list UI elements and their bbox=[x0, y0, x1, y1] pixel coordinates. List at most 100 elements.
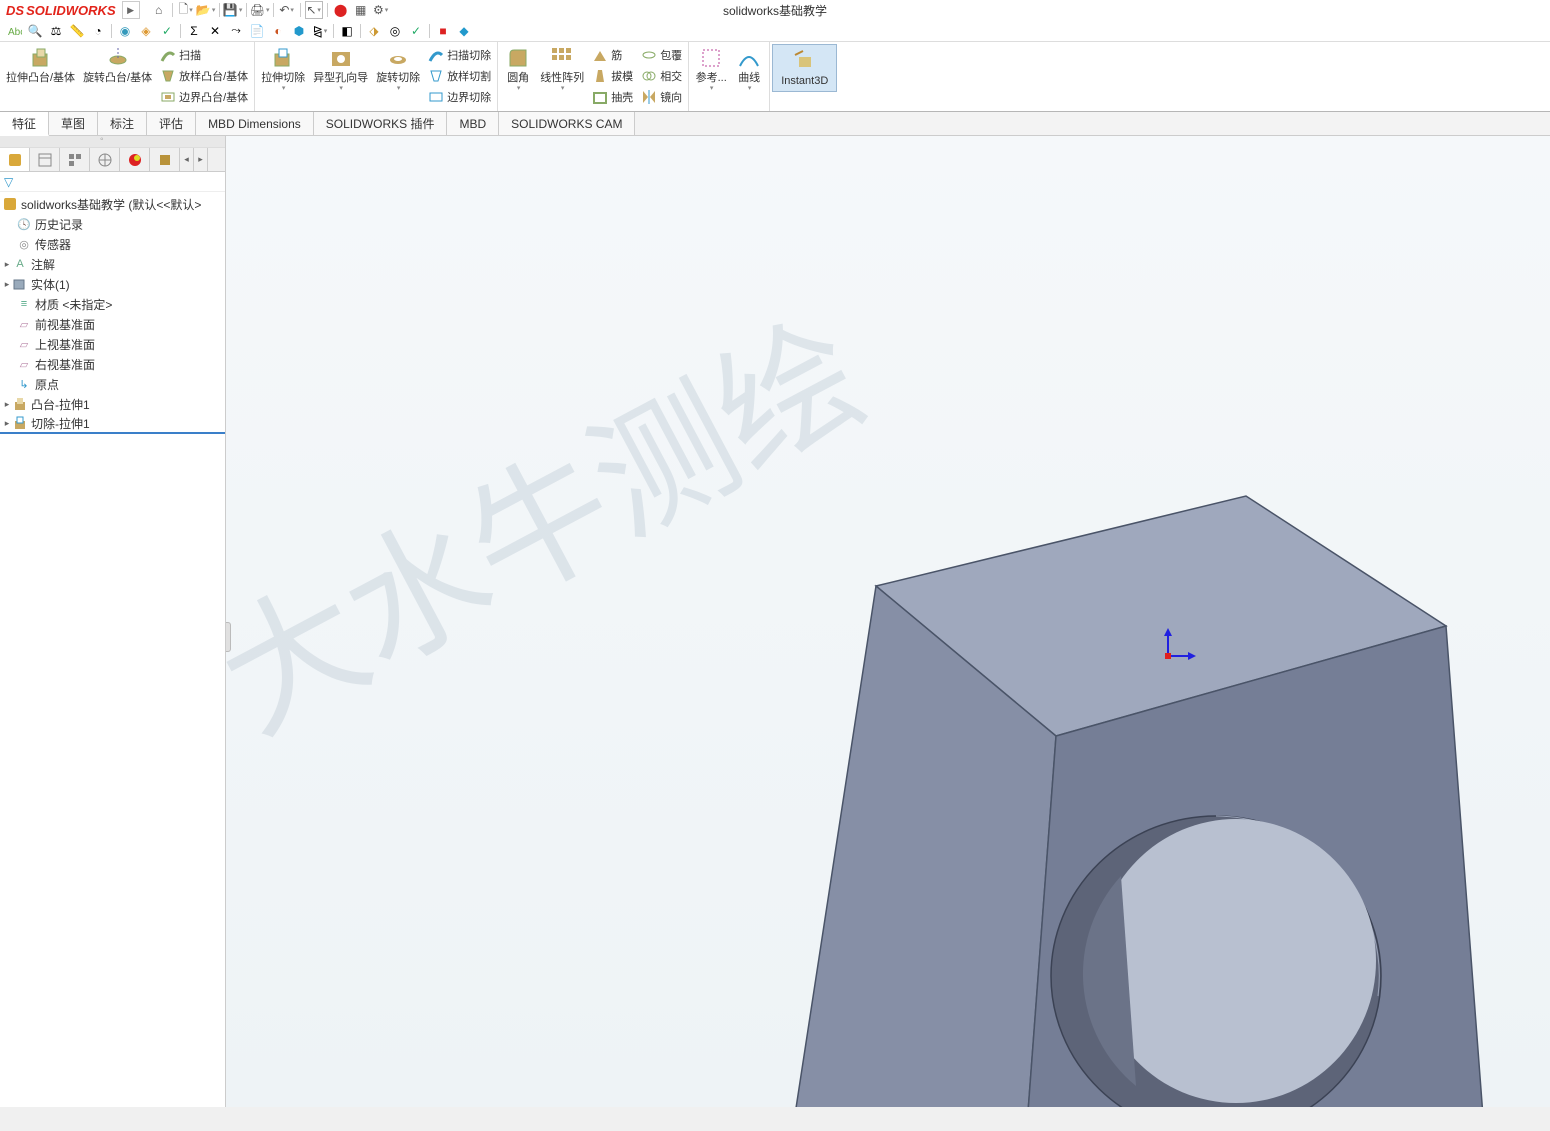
draft-button[interactable]: 拔模 bbox=[588, 65, 637, 86]
instant3d-button[interactable]: Instant3D bbox=[772, 44, 837, 92]
rib-button[interactable]: 筋 bbox=[588, 44, 637, 65]
open-icon[interactable]: 📂▾ bbox=[197, 1, 215, 19]
analyze2-icon[interactable]: ◈ bbox=[136, 22, 156, 40]
analyze1-icon[interactable]: ◉ bbox=[115, 22, 135, 40]
reference-geometry-button[interactable]: 参考...▾ bbox=[691, 44, 731, 94]
dimxpert-manager-tab[interactable] bbox=[90, 148, 120, 171]
boundary-cut-button[interactable]: 边界切除 bbox=[424, 86, 495, 107]
extrude-cut-button[interactable]: 拉伸切除▾ bbox=[257, 44, 309, 107]
file-properties-icon[interactable]: ▦ bbox=[352, 1, 370, 19]
spell-check-icon[interactable]: Abc bbox=[4, 22, 24, 40]
tree-boss-extrude1[interactable]: ▸凸台-拉伸1 bbox=[0, 394, 225, 414]
protractor-icon[interactable]: ◔ bbox=[88, 22, 108, 40]
simulation-icon[interactable]: ■ bbox=[433, 22, 453, 40]
graphics-viewport[interactable]: 大水牛测绘 bbox=[226, 136, 1550, 1107]
tab-annotate[interactable]: 标注 bbox=[98, 112, 147, 135]
secondary-toolbar: Abc 🔍 ⚖ 📏 ◔ ◉ ◈ ✓ Σ ✕ ⤳ 📄 ◐ ⬢ ⧎▾ ◧ ⬗ ◎ ✓… bbox=[0, 20, 1550, 42]
tab-mbd[interactable]: MBD bbox=[447, 112, 499, 135]
chi-icon[interactable]: ✕ bbox=[205, 22, 225, 40]
solidworks-logo: DSSOLIDWORKS bbox=[0, 3, 122, 18]
rebuild-icon[interactable]: ⬤ bbox=[332, 1, 350, 19]
tree-top-plane[interactable]: ▱上视基准面 bbox=[0, 334, 225, 354]
tree-cut-extrude1[interactable]: ▸切除-拉伸1 bbox=[0, 414, 225, 434]
cam-manager-tab[interactable] bbox=[150, 148, 180, 171]
sweep-cut-button[interactable]: 扫描切除 bbox=[424, 44, 495, 65]
tab-solidworks-addins[interactable]: SOLIDWORKS 插件 bbox=[314, 112, 448, 135]
linear-pattern-button[interactable]: 线性阵列▾ bbox=[536, 44, 588, 107]
hole-wizard-button[interactable]: 异型孔向导▾ bbox=[309, 44, 372, 107]
home-icon[interactable]: ⌂ bbox=[150, 1, 168, 19]
filter-icon[interactable]: ▽ bbox=[4, 175, 13, 189]
curves-button[interactable]: 曲线▾ bbox=[731, 44, 767, 94]
select-icon[interactable]: ↖▾ bbox=[305, 1, 323, 19]
revolve-boss-button[interactable]: 旋转凸台/基体 bbox=[79, 44, 156, 107]
tree-material[interactable]: ≡材质 <未指定> bbox=[0, 294, 225, 314]
undercut-icon[interactable]: ◎ bbox=[385, 22, 405, 40]
intersect-button[interactable]: 相交 bbox=[637, 65, 686, 86]
tree-annotations[interactable]: ▸A注解 bbox=[0, 254, 225, 274]
document-title: solidworks基础教学 bbox=[723, 2, 827, 19]
tree-right-plane[interactable]: ▱右视基准面 bbox=[0, 354, 225, 374]
eqn-icon[interactable]: 📄 bbox=[247, 22, 267, 40]
tab-mbd-dimensions[interactable]: MBD Dimensions bbox=[196, 112, 314, 135]
fillet-button[interactable]: 圆角▾ bbox=[500, 44, 536, 107]
tab-solidworks-cam[interactable]: SOLIDWORKS CAM bbox=[499, 112, 635, 135]
property-manager-tab[interactable] bbox=[30, 148, 60, 171]
curvature-icon[interactable]: ⬢ bbox=[289, 22, 309, 40]
ruler-icon[interactable]: 📏 bbox=[67, 22, 87, 40]
save-icon[interactable]: 💾▾ bbox=[224, 1, 242, 19]
tree-solid-bodies[interactable]: ▸实体(1) bbox=[0, 274, 225, 294]
flow-icon[interactable]: ◆ bbox=[454, 22, 474, 40]
tab-sketch[interactable]: 草图 bbox=[49, 112, 98, 135]
ribbon: 拉伸凸台/基体 旋转凸台/基体 扫描 放样凸台/基体 边界凸台/基体 拉伸切除▾… bbox=[0, 42, 1550, 112]
magnifier-icon[interactable]: 🔍 bbox=[25, 22, 45, 40]
tab-evaluate[interactable]: 评估 bbox=[147, 112, 196, 135]
revolve-cut-button[interactable]: 旋转切除▾ bbox=[372, 44, 424, 107]
options-icon[interactable]: ⚙▾ bbox=[372, 1, 390, 19]
feature-manager-panel: ◂ ▸ ▽ solidworks基础教学 (默认<<默认> 🕓历史记录 ◎传感器… bbox=[0, 136, 226, 1107]
check-icon[interactable]: ✓ bbox=[157, 22, 177, 40]
loft-cut-button[interactable]: 放样切割 bbox=[424, 65, 495, 86]
wrap-button[interactable]: 包覆 bbox=[637, 44, 686, 65]
new-icon[interactable]: 🗋▾ bbox=[177, 1, 195, 19]
boundary-button[interactable]: 边界凸台/基体 bbox=[156, 86, 252, 107]
3d-model bbox=[626, 456, 1526, 1107]
deviation-icon[interactable]: ⤳ bbox=[226, 22, 246, 40]
tab-feature[interactable]: 特征 bbox=[0, 112, 49, 136]
draft-analysis-icon[interactable]: ⬗ bbox=[364, 22, 384, 40]
tree-origin[interactable]: ↳原点 bbox=[0, 374, 225, 394]
parting-icon[interactable]: ✓ bbox=[406, 22, 426, 40]
panel-left-icon[interactable]: ◂ bbox=[180, 148, 194, 171]
display-manager-tab[interactable] bbox=[120, 148, 150, 171]
compare-icon[interactable]: ◧ bbox=[337, 22, 357, 40]
feature-manager-tab[interactable] bbox=[0, 148, 30, 171]
undo-icon[interactable]: ↶▾ bbox=[278, 1, 296, 19]
panel-right-icon[interactable]: ▸ bbox=[194, 148, 208, 171]
quick-access-toolbar: ⌂ 🗋▾ 📂▾ 💾▾ 🖨▾ ↶▾ ↖▾ ⬤ ▦ ⚙▾ bbox=[150, 1, 390, 19]
configuration-manager-tab[interactable] bbox=[60, 148, 90, 171]
panel-collapse-handle[interactable] bbox=[226, 622, 231, 652]
loft-button[interactable]: 放样凸台/基体 bbox=[156, 65, 252, 86]
sweep-button[interactable]: 扫描 bbox=[156, 44, 252, 65]
command-manager-tabs: 特征 草图 标注 评估 MBD Dimensions SOLIDWORKS 插件… bbox=[0, 112, 1550, 136]
shell-button[interactable]: 抽壳 bbox=[588, 86, 637, 107]
tree-front-plane[interactable]: ▱前视基准面 bbox=[0, 314, 225, 334]
tree-sensors[interactable]: ◎传感器 bbox=[0, 234, 225, 254]
manager-tabs: ◂ ▸ bbox=[0, 148, 225, 172]
tree-history[interactable]: 🕓历史记录 bbox=[0, 214, 225, 234]
svg-text:Abc: Abc bbox=[8, 27, 22, 38]
feature-tree: solidworks基础教学 (默认<<默认> 🕓历史记录 ◎传感器 ▸A注解 … bbox=[0, 192, 225, 1107]
tree-root-part[interactable]: solidworks基础教学 (默认<<默认> bbox=[0, 194, 225, 214]
mirror-button[interactable]: 镜向 bbox=[637, 86, 686, 107]
origin-triad-icon bbox=[1158, 626, 1198, 666]
extrude-boss-button[interactable]: 拉伸凸台/基体 bbox=[2, 44, 79, 107]
title-bar: DSSOLIDWORKS ▶ ⌂ 🗋▾ 📂▾ 💾▾ 🖨▾ ↶▾ ↖▾ ⬤ ▦ ⚙… bbox=[0, 0, 1550, 20]
watermark-text: 大水牛测绘 bbox=[226, 264, 892, 771]
print-icon[interactable]: 🖨▾ bbox=[251, 1, 269, 19]
zebra-icon[interactable]: ◐ bbox=[268, 22, 288, 40]
sym-icon[interactable]: ⧎▾ bbox=[310, 22, 330, 40]
breadcrumb-bar bbox=[0, 136, 225, 148]
balance-icon[interactable]: ⚖ bbox=[46, 22, 66, 40]
menu-dropdown-button[interactable]: ▶ bbox=[122, 1, 140, 19]
sigma-icon[interactable]: Σ bbox=[184, 22, 204, 40]
